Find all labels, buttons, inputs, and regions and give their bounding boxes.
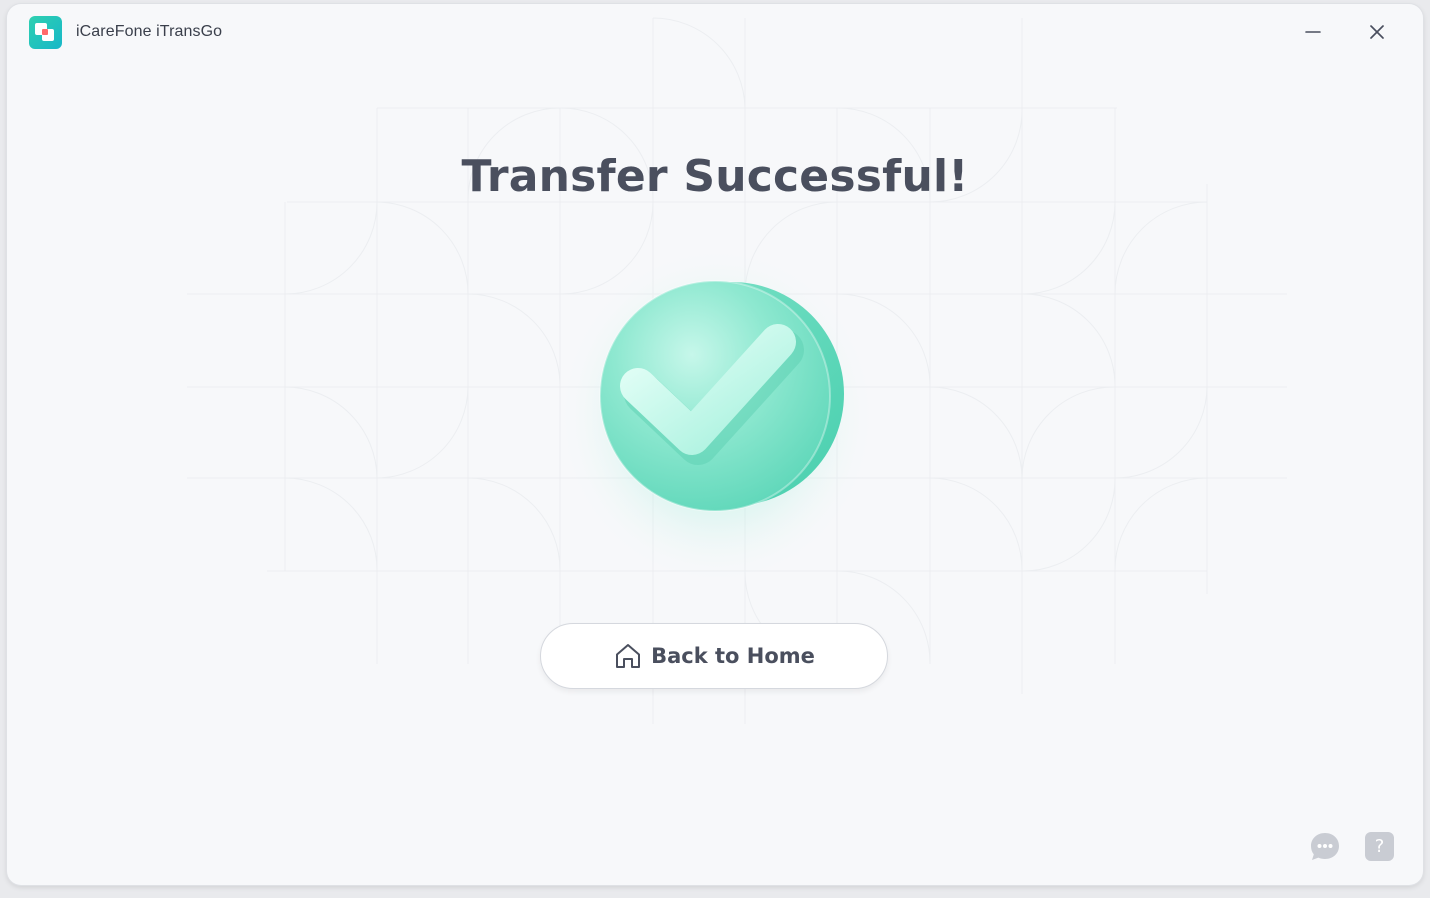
page-title: Transfer Successful!	[461, 151, 969, 202]
title-bar: iCareFone iTransGo	[7, 4, 1423, 62]
back-to-home-button[interactable]: Back to Home	[540, 623, 888, 689]
close-button[interactable]	[1360, 16, 1394, 50]
home-icon	[616, 644, 641, 668]
minimize-button[interactable]	[1296, 16, 1330, 50]
app-logo-icon	[29, 16, 62, 49]
app-window: iCareFone iTransGo Transfer Successful!	[7, 4, 1423, 885]
feedback-button[interactable]	[1309, 831, 1341, 863]
question-mark-icon: ?	[1374, 835, 1385, 857]
close-icon	[1370, 25, 1384, 39]
back-to-home-label: Back to Home	[651, 644, 815, 668]
chat-bubble-icon	[1311, 833, 1339, 860]
minimize-icon	[1305, 31, 1321, 33]
help-button[interactable]: ?	[1365, 832, 1394, 861]
check-circle-icon	[552, 234, 882, 584]
app-title: iCareFone iTransGo	[76, 23, 223, 40]
